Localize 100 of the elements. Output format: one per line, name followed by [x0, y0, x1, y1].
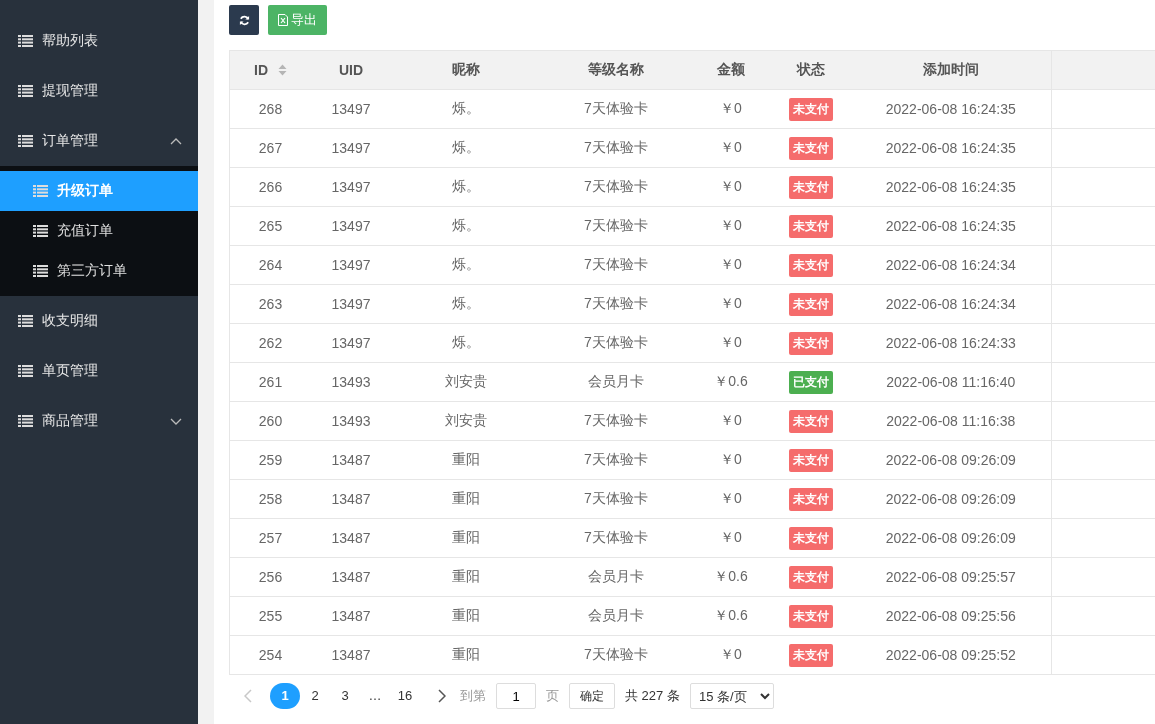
table-cell: ￥0 — [720, 334, 742, 350]
table-cell: ￥0 — [720, 256, 742, 272]
page-number[interactable]: 3 — [330, 683, 360, 709]
goto-label: 到第 — [460, 687, 486, 705]
table-cell: 2022-06-08 11:16:40 — [886, 374, 1016, 390]
table-cell: 烁。 — [452, 334, 480, 350]
list-icon — [33, 265, 48, 277]
table-cell: 263 — [258, 296, 283, 312]
nav-item[interactable]: 提现管理 — [0, 66, 198, 116]
table-cell: ￥0 — [720, 217, 742, 233]
table-cell: ￥0 — [720, 178, 742, 194]
table-cell: 7天体验卡 — [584, 334, 648, 350]
table-cell: 2022-06-08 11:16:38 — [886, 413, 1016, 429]
table-cell: 重阳 — [452, 490, 480, 506]
status-badge: 未支付 — [789, 136, 833, 160]
table-cell: 烁。 — [452, 100, 480, 116]
table-cell: ￥0.6 — [714, 373, 748, 389]
submenu-item[interactable]: 充值订单 — [0, 211, 198, 251]
refresh-button[interactable] — [229, 5, 259, 35]
table-cell: 13487 — [331, 647, 371, 663]
list-icon — [33, 185, 48, 197]
table-cell: 259 — [258, 452, 283, 468]
page-unit-label: 页 — [546, 687, 559, 705]
table-cell: ￥0 — [720, 490, 742, 506]
next-page-icon[interactable] — [438, 689, 446, 703]
status-badge: 未支付 — [789, 175, 833, 199]
status-badge: 未支付 — [789, 409, 833, 433]
table-cell: 13497 — [331, 257, 371, 273]
table-cell: 7天体验卡 — [584, 256, 648, 272]
table-cell: 重阳 — [452, 646, 480, 662]
nav-item[interactable]: 订单管理 — [0, 116, 198, 166]
table-cell: 会员月卡 — [588, 568, 644, 584]
page-number[interactable]: 2 — [300, 683, 330, 709]
table-cell: ￥0 — [720, 451, 742, 467]
table-cell: 重阳 — [452, 607, 480, 623]
table-cell: 2022-06-08 16:24:35 — [885, 218, 1016, 234]
table-cell: 重阳 — [452, 529, 480, 545]
table-cell: 烁。 — [452, 178, 480, 194]
table-cell: 7天体验卡 — [584, 451, 648, 467]
refresh-icon — [238, 14, 250, 26]
table-cell: 刘安贵 — [445, 412, 487, 428]
status-badge: 未支付 — [789, 253, 833, 277]
table-cell: 257 — [258, 530, 283, 546]
list-icon — [33, 225, 48, 237]
status-badge: 未支付 — [789, 526, 833, 550]
submenu-item[interactable]: 第三方订单 — [0, 251, 198, 291]
table-cell: 7天体验卡 — [584, 646, 648, 662]
table-cell: 烁。 — [452, 139, 480, 155]
table-cell: ￥0 — [720, 412, 742, 428]
table-cell: 13487 — [331, 530, 371, 546]
table-cell: 258 — [258, 491, 283, 507]
table-cell: 13487 — [331, 608, 371, 624]
page-input[interactable]: 1 — [496, 683, 536, 709]
list-icon — [18, 365, 33, 377]
table-cell: 烁。 — [452, 295, 480, 311]
excel-file-icon — [278, 14, 288, 26]
table-cell: 255 — [258, 608, 283, 624]
table-cell: 烁。 — [452, 217, 480, 233]
status-badge: 未支付 — [789, 214, 833, 238]
table-cell: 2022-06-08 09:25:57 — [885, 569, 1016, 585]
status-badge: 未支付 — [789, 604, 833, 628]
confirm-button[interactable]: 确定 — [569, 683, 615, 709]
table-cell: 会员月卡 — [588, 607, 644, 623]
table-cell: 261 — [258, 374, 283, 390]
nav-item[interactable]: 单页管理 — [0, 346, 198, 396]
nav-item[interactable]: 帮助列表 — [0, 16, 198, 66]
page-number[interactable]: 16 — [390, 683, 420, 709]
nav-item[interactable]: 收支明细 — [0, 296, 198, 346]
total-count: 共 227 条 — [625, 687, 680, 705]
table-cell: 2022-06-08 09:26:09 — [885, 452, 1016, 468]
table-cell: 7天体验卡 — [584, 178, 648, 194]
status-badge: 未支付 — [789, 487, 833, 511]
table-cell: 2022-06-08 16:24:34 — [885, 257, 1016, 273]
page-size-select[interactable]: 15 条/页 — [689, 683, 774, 709]
table-cell: 2022-06-08 16:24:33 — [885, 335, 1016, 351]
table-cell: 重阳 — [452, 451, 480, 467]
table-cell: 266 — [258, 179, 283, 195]
nav-item[interactable]: 商品管理 — [0, 396, 198, 446]
table-cell: 会员月卡 — [588, 373, 644, 389]
table-cell: 2022-06-08 16:24:35 — [885, 179, 1016, 195]
table-cell: ￥0 — [720, 295, 742, 311]
table-cell: 2022-06-08 16:24:35 — [885, 101, 1016, 117]
column-header: 昵称 — [452, 61, 480, 79]
column-header: UID — [338, 62, 364, 78]
table-cell: 13487 — [331, 491, 371, 507]
table-cell: 2022-06-08 16:24:35 — [885, 140, 1016, 156]
table-cell: 13487 — [331, 569, 371, 585]
column-header: 金额 — [717, 61, 745, 79]
table-cell: 7天体验卡 — [584, 217, 648, 233]
table-cell: 13497 — [331, 296, 371, 312]
table-cell: 7天体验卡 — [584, 490, 648, 506]
table-cell: 13497 — [331, 335, 371, 351]
table-cell: ￥0 — [720, 100, 742, 116]
ellipsis[interactable]: … — [360, 683, 390, 709]
list-icon — [18, 415, 33, 427]
table-cell: 烁。 — [452, 256, 480, 272]
table-cell: 13497 — [331, 101, 371, 117]
table-cell: ￥0.6 — [714, 568, 748, 584]
table-cell: ￥0 — [720, 646, 742, 662]
table-cell: 7天体验卡 — [584, 139, 648, 155]
